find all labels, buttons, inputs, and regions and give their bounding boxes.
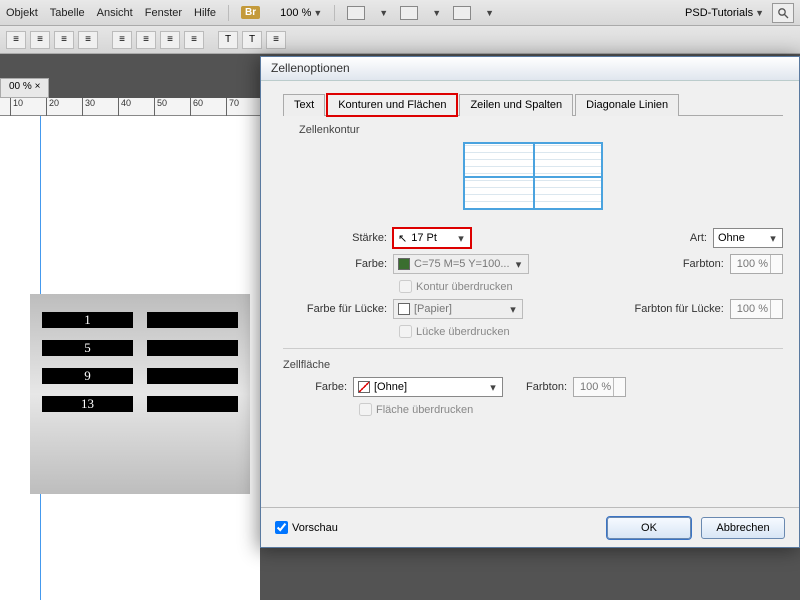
align-center-icon[interactable]: ≡ (30, 31, 50, 49)
search-icon[interactable] (772, 3, 794, 23)
vorschau-checkbox[interactable] (275, 521, 288, 534)
chevron-down-icon: ▾ (454, 231, 468, 245)
vorschau-label: Vorschau (292, 522, 338, 534)
tab-zeilen-spalten[interactable]: Zeilen und Spalten (459, 94, 573, 116)
menu-tabelle[interactable]: Tabelle (50, 7, 85, 19)
ruler-tick: 10 (10, 98, 23, 116)
text-tool-icon[interactable]: T (218, 31, 238, 49)
staerke-label: Stärke: (283, 232, 393, 244)
cell-options-dialog: Zellenoptionen Text Konturen und Flächen… (260, 56, 800, 548)
tab-diagonale[interactable]: Diagonale Linien (575, 94, 679, 116)
luecke-farbe-label: Farbe für Lücke: (283, 303, 393, 315)
farbton-label: Farbton: (610, 258, 730, 270)
ruler-tick: 30 (82, 98, 95, 116)
table-cell[interactable]: 9 (42, 368, 133, 384)
menu-hilfe[interactable]: Hilfe (194, 7, 216, 19)
tab-text[interactable]: Text (283, 94, 325, 116)
art-combo[interactable]: Ohne ▾ (713, 228, 783, 248)
ruler-tick: 50 (154, 98, 167, 116)
farbe-combo[interactable]: C=75 M=5 Y=100... ▾ (393, 254, 529, 274)
table-cell[interactable]: 13 (42, 396, 133, 412)
table-cell[interactable] (147, 396, 238, 412)
luecke-farbton-spinner[interactable]: 100 % (730, 299, 783, 319)
view-mode-icon[interactable] (347, 6, 365, 20)
document-canvas[interactable]: 1 5 9 13 (0, 116, 260, 600)
menu-objekt[interactable]: Objekt (6, 7, 38, 19)
table-cell[interactable] (147, 340, 238, 356)
justify-right-icon[interactable]: ≡ (160, 31, 180, 49)
menubar: Objekt Tabelle Ansicht Fenster Hilfe Br … (0, 0, 800, 26)
farbton-spinner[interactable]: 100 % (730, 254, 783, 274)
cancel-button[interactable]: Abbrechen (701, 517, 785, 539)
swatch-icon (398, 258, 410, 270)
align-right-icon[interactable]: ≡ (54, 31, 74, 49)
table-cell[interactable] (147, 368, 238, 384)
help-link[interactable]: PSD-Tutorials▼ (685, 7, 764, 19)
ruler-tick: 60 (190, 98, 203, 116)
group-zellenkontur: Zellenkontur (299, 124, 783, 136)
separator (334, 5, 335, 21)
document-tab[interactable]: 00 % × (0, 78, 49, 98)
dialog-tabs: Text Konturen und Flächen Zeilen und Spa… (283, 93, 783, 116)
farbe-label: Farbe: (283, 258, 393, 270)
table-cell[interactable]: 5 (42, 340, 133, 356)
divider (283, 348, 783, 349)
zoom-level[interactable]: 100 %▼ (280, 7, 322, 19)
align-left-icon[interactable]: ≡ (6, 31, 26, 49)
ok-button[interactable]: OK (607, 517, 691, 539)
table-cell[interactable] (147, 312, 238, 328)
vertical-text-icon[interactable]: T (242, 31, 262, 49)
luecke-ueberdrucken-checkbox (399, 325, 412, 338)
flaeche-farbton-spinner[interactable]: 100 % (573, 377, 626, 397)
paragraph-toolbar: ≡ ≡ ≡ ≡ ≡ ≡ ≡ ≡ T T ≡ (0, 26, 800, 54)
table-object[interactable]: 1 5 9 13 (30, 294, 250, 494)
bridge-icon[interactable]: Br (241, 6, 260, 19)
chevron-down-icon: ▾ (506, 302, 520, 316)
flaeche-farbton-label: Farbton: (503, 381, 573, 393)
kontur-ueberdrucken-checkbox (399, 280, 412, 293)
tab-konturen-flaechen[interactable]: Konturen und Flächen (327, 94, 457, 116)
ruler-tick: 70 (226, 98, 239, 116)
flaeche-farbe-label: Farbe: (283, 381, 353, 393)
flaeche-farbe-combo[interactable]: [Ohne] ▾ (353, 377, 503, 397)
staerke-combo[interactable]: ↖ 17 Pt ▾ (393, 228, 471, 248)
justify-icon[interactable]: ≡ (78, 31, 98, 49)
arrange-icon[interactable] (453, 6, 471, 20)
justify-center-icon[interactable]: ≡ (136, 31, 156, 49)
luecke-farbton-label: Farbton für Lücke: (610, 303, 730, 315)
menu-ansicht[interactable]: Ansicht (97, 7, 133, 19)
text-wrap-icon[interactable]: ≡ (266, 31, 286, 49)
menu-fenster[interactable]: Fenster (145, 7, 182, 19)
screen-mode-icon[interactable] (400, 6, 418, 20)
chevron-down-icon: ▾ (766, 231, 780, 245)
cursor-icon: ↖ (398, 232, 407, 245)
kontur-ueberdrucken-label: Kontur überdrucken (416, 281, 513, 293)
luecke-ueberdrucken-label: Lücke überdrucken (416, 326, 510, 338)
luecke-farbe-combo[interactable]: [Papier] ▾ (393, 299, 523, 319)
chevron-down-icon: ▾ (486, 380, 500, 394)
table-cell[interactable]: 1 (42, 312, 133, 328)
separator (228, 5, 229, 21)
dialog-title: Zellenoptionen (261, 57, 799, 81)
chevron-down-icon: ▾ (512, 257, 526, 271)
ruler-tick: 40 (118, 98, 131, 116)
justify-all-icon[interactable]: ≡ (184, 31, 204, 49)
justify-left-icon[interactable]: ≡ (112, 31, 132, 49)
group-zellflaeche: Zellfläche (283, 359, 783, 371)
art-label: Art: (593, 232, 713, 244)
swatch-icon (398, 303, 410, 315)
cell-border-proxy[interactable] (463, 142, 603, 210)
dialog-footer: Vorschau OK Abbrechen (261, 507, 799, 547)
swatch-none-icon (358, 381, 370, 393)
flaeche-ueberdrucken-label: Fläche überdrucken (376, 404, 473, 416)
flaeche-ueberdrucken-checkbox (359, 403, 372, 416)
ruler-tick: 20 (46, 98, 59, 116)
